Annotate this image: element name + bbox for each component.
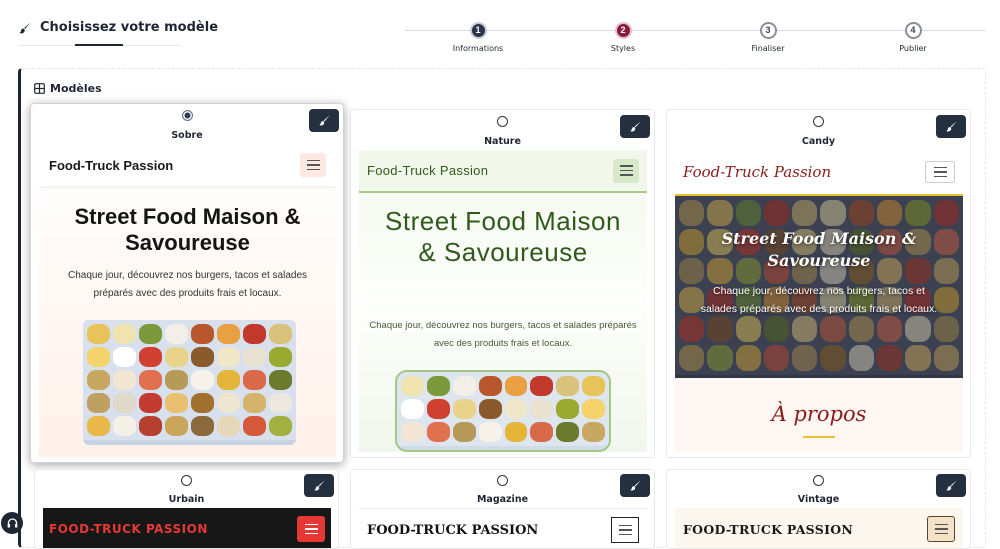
step-number: 4 [904,22,922,39]
template-name: Urbain [168,494,205,505]
step-label: Informations [452,44,504,53]
step-label: Styles [610,44,636,53]
preview-hero-text: Chaque jour, découvrez nos burgers, taco… [369,320,637,349]
step-number: 2 [614,22,632,39]
food-image [83,320,296,445]
template-card-vintage[interactable]: Vintage FOOD-TRUCK PASSION [666,469,971,549]
edit-template-button[interactable] [620,474,650,497]
paintbrush-icon [19,21,31,33]
template-radio[interactable] [813,475,824,486]
preview-hero-text: Chaque jour, découvrez nos burgers, taco… [67,270,308,299]
preview-navbar: FOOD-TRUCK PASSION [43,508,331,548]
preview-brand: Food-Truck Passion [367,163,489,178]
template-radio[interactable] [813,116,824,127]
template-name: Nature [484,136,521,147]
hamburger-icon [300,153,326,177]
title-underline [75,44,123,46]
headset-icon [7,517,17,528]
preview-navbar: FOOD-TRUCK PASSION [675,508,963,548]
template-name: Sobre [171,130,203,141]
edit-template-button[interactable] [620,115,650,138]
section-underline [803,436,835,438]
paintbrush-icon [629,480,641,491]
step-number: 1 [469,22,487,39]
preview-navbar: Food-Truck Passion [39,144,336,186]
edit-template-button[interactable] [936,115,966,138]
preview-brand: FOOD-TRUCK PASSION [683,521,854,537]
paintbrush-icon [318,115,330,126]
hamburger-icon [613,158,639,183]
title-wrap: Choisissez votre modèle [18,20,218,35]
template-preview: FOOD-TRUCK PASSION [359,508,647,548]
template-name: Vintage [797,494,840,505]
food-image: Street Food Maison & Savoureuse Chaque j… [675,196,963,378]
template-card-magazine[interactable]: Magazine FOOD-TRUCK PASSION [350,469,655,549]
template-radio[interactable] [497,475,508,486]
preview-brand: Food-Truck Passion [49,157,174,173]
hamburger-icon [925,161,955,183]
paintbrush-icon [313,480,325,491]
food-image [395,370,611,452]
edit-template-button[interactable] [309,109,339,132]
edit-template-button[interactable] [936,474,966,497]
template-card-urbain[interactable]: Urbain FOOD-TRUCK PASSION [34,469,339,549]
template-preview: FOOD-TRUCK PASSION [43,508,331,548]
step-styles[interactable]: 2 Styles [578,22,668,53]
paintbrush-icon [945,480,957,491]
template-card-nature[interactable]: Nature Food-Truck Passion Street Food Ma… [350,109,655,458]
page-header: Choisissez votre modèle 1 Informations 2… [0,0,1000,58]
models-heading: Modèles [34,82,102,95]
preview-navbar: Food-Truck Passion [359,150,647,193]
template-preview: Food-Truck Passion Street Food Maison & … [675,150,963,452]
template-radio[interactable] [497,116,508,127]
hamburger-icon [611,517,639,543]
template-card-candy[interactable]: Candy Food-Truck Passion Street Food Mai… [666,109,971,458]
models-heading-label: Modèles [50,82,102,95]
template-card-sobre[interactable]: Sobre Food-Truck Passion Street Food Mai… [30,103,344,463]
step-finaliser[interactable]: 3 Finaliser [723,22,813,53]
template-name: Candy [801,136,836,147]
template-name: Magazine [476,494,529,505]
step-publier[interactable]: 4 Publier [868,22,958,53]
template-radio[interactable] [181,475,192,486]
preview-hero-title: Street Food Maison & Savoureuse [721,229,917,270]
page-title: Choisissez votre modèle [40,20,219,35]
grid-icon [34,83,45,94]
paintbrush-icon [629,121,641,132]
preview-section-title: À propos [771,402,867,426]
preview-navbar: Food-Truck Passion [675,150,963,196]
step-label: Finaliser [751,44,785,53]
template-preview: Food-Truck Passion Street Food Maison & … [359,150,647,452]
hamburger-icon [297,516,325,542]
paintbrush-icon [945,121,957,132]
preview-hero-title: Street Food Maison & Savoureuse [74,204,301,255]
preview-brand: Food-Truck Passion [683,163,832,181]
hamburger-icon [927,516,955,542]
preview-navbar: FOOD-TRUCK PASSION [359,509,647,548]
step-label: Publier [899,44,927,53]
template-preview: FOOD-TRUCK PASSION [675,508,963,548]
preview-hero-text: Chaque jour, découvrez nos burgers, taco… [700,285,938,315]
template-preview: Food-Truck Passion Street Food Maison & … [39,144,336,457]
step-informations[interactable]: 1 Informations [433,22,523,53]
support-button[interactable] [1,512,23,534]
step-number: 3 [759,22,777,39]
template-radio[interactable] [181,110,193,121]
stepper: 1 Informations 2 Styles 3 Finaliser 4 Pu… [405,20,985,56]
preview-hero-title: Street Food Maison & Savoureuse [385,206,621,267]
preview-brand: FOOD-TRUCK PASSION [367,522,539,538]
preview-brand: FOOD-TRUCK PASSION [49,522,208,536]
edit-template-button[interactable] [304,474,334,497]
